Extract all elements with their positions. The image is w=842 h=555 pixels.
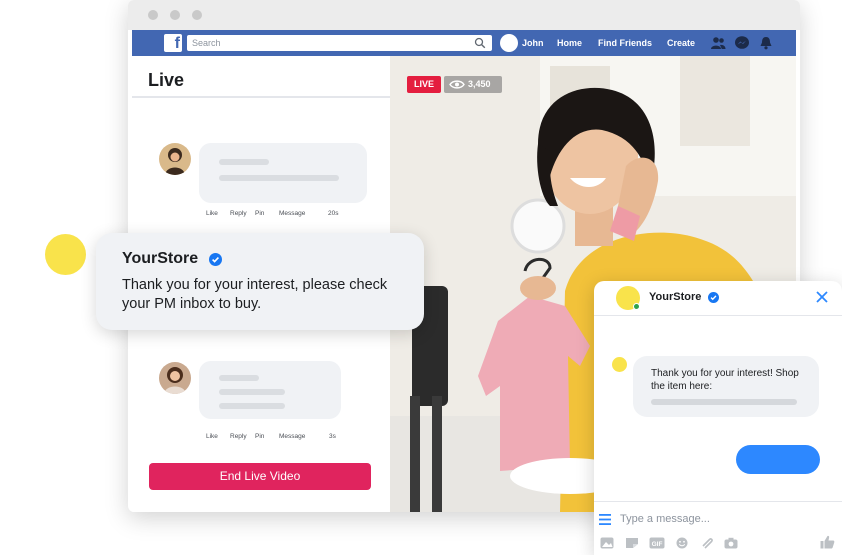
sticker-icon[interactable] xyxy=(625,537,639,549)
window-close-dot[interactable] xyxy=(148,10,158,20)
nav-user-name[interactable]: John xyxy=(522,30,544,56)
online-status-dot xyxy=(633,303,640,310)
store-mini-avatar xyxy=(612,357,627,372)
viewer-count: 3,450 xyxy=(468,79,491,89)
verified-badge-icon xyxy=(209,253,222,266)
search-icon[interactable] xyxy=(474,37,486,49)
nav-find-friends-link[interactable]: Find Friends xyxy=(598,30,652,56)
gif-icon[interactable]: GIF xyxy=(649,537,665,549)
comment-like-action[interactable]: Like xyxy=(206,433,218,440)
message-input[interactable]: Type a message... xyxy=(620,513,710,525)
messenger-store-name[interactable]: YourStore xyxy=(649,291,701,303)
facebook-logo[interactable]: f xyxy=(164,34,182,52)
messenger-chat-window: YourStore Thank you for your interest! S… xyxy=(594,281,842,555)
message-link-placeholder[interactable] xyxy=(651,399,797,405)
commenter-avatar[interactable] xyxy=(159,362,191,394)
end-live-video-button[interactable]: End Live Video xyxy=(149,463,371,490)
comment-pin-action[interactable]: Pin xyxy=(255,210,264,217)
friend-requests-icon[interactable] xyxy=(710,36,726,50)
live-badge: LIVE xyxy=(407,76,441,93)
comment-placeholder-line xyxy=(219,375,259,381)
comment-placeholder-line xyxy=(219,403,285,409)
attachment-icon[interactable] xyxy=(700,537,714,549)
window-minimize-dot[interactable] xyxy=(170,10,180,20)
commenter-photo xyxy=(159,362,191,394)
comment-bubble xyxy=(199,361,341,419)
close-icon[interactable] xyxy=(816,291,828,303)
notification-store-name: YourStore xyxy=(122,250,199,267)
svg-text:GIF: GIF xyxy=(652,541,663,548)
yellow-decoration-dot xyxy=(45,234,86,275)
messenger-header: YourStore xyxy=(594,281,842,316)
comment-reply-action[interactable]: Reply xyxy=(230,210,247,217)
search-placeholder: Search xyxy=(192,38,221,48)
live-panel-divider xyxy=(132,96,390,98)
emoji-icon[interactable] xyxy=(675,537,689,549)
live-panel-title: Live xyxy=(148,70,185,90)
comment-message-action[interactable]: Message xyxy=(279,433,305,440)
browser-title-bar xyxy=(128,0,800,30)
commenter-avatar[interactable] xyxy=(159,143,191,175)
window-maximize-dot[interactable] xyxy=(192,10,202,20)
menu-icon[interactable] xyxy=(599,514,611,525)
viewer-count-badge: 3,450 xyxy=(444,76,502,93)
comment-pin-action[interactable]: Pin xyxy=(255,433,264,440)
incoming-message-bubble: Thank you for your interest! Shop the it… xyxy=(633,356,819,417)
notifications-bell-icon[interactable] xyxy=(758,36,774,50)
comment-placeholder-line xyxy=(219,389,285,395)
comment-bubble xyxy=(199,143,367,203)
comment-timestamp: 3s xyxy=(329,433,336,440)
thumbs-up-icon[interactable] xyxy=(820,535,835,549)
eye-icon xyxy=(449,80,465,89)
camera-icon[interactable] xyxy=(724,537,738,549)
verified-badge-icon xyxy=(708,292,719,303)
messenger-icon[interactable] xyxy=(734,36,750,50)
notification-message: Thank you for your interest, please chec… xyxy=(122,277,388,312)
auto-reply-notification-card: YourStore Thank you for your interest, p… xyxy=(96,233,424,330)
comment-placeholder-line xyxy=(219,175,339,181)
message-composer: Type a message... GIF xyxy=(594,501,842,555)
incoming-message-text: Thank you for your interest! Shop the it… xyxy=(651,368,799,392)
user-avatar[interactable] xyxy=(500,34,518,52)
commenter-photo xyxy=(159,143,191,175)
comment-reply-action[interactable]: Reply xyxy=(230,433,247,440)
comment-message-action[interactable]: Message xyxy=(279,210,305,217)
comment-placeholder-line xyxy=(219,159,269,165)
outgoing-message-bubble xyxy=(736,445,820,474)
comment-timestamp: 20s xyxy=(328,210,339,217)
nav-create-link[interactable]: Create xyxy=(667,30,695,56)
nav-home-link[interactable]: Home xyxy=(557,30,582,56)
facebook-navbar: f Search John Home Find Friends Create xyxy=(132,30,796,56)
comment-like-action[interactable]: Like xyxy=(206,210,218,217)
photo-icon[interactable] xyxy=(600,537,614,549)
search-input[interactable]: Search xyxy=(187,35,492,51)
